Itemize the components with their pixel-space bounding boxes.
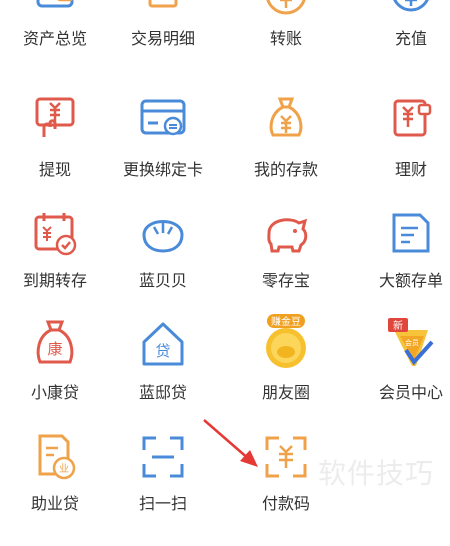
grid-item-my-deposits[interactable]: 我的存款 — [230, 97, 342, 209]
business-loan-text: 业 — [59, 463, 69, 475]
vip-badge-icon: 新会员 — [386, 318, 436, 372]
grid-item-label: 理财 — [394, 162, 427, 179]
house-loan-icon: 贷 — [138, 322, 188, 372]
grid-item-transfer[interactable]: 转账 — [230, 0, 342, 92]
loan-bag-text: 康 — [47, 340, 62, 358]
grid-item-zero-deposit-treasure[interactable]: 零存宝 — [230, 211, 342, 323]
loan-bag-icon: 康 — [30, 320, 80, 372]
grid-item-large-deposit-certificate[interactable]: 大额存单 — [355, 211, 450, 323]
feature-grid: 资产总览 交易明细 转账 充值 提现 更换绑定卡 我的存款 理财 到期转存 蓝贝… — [0, 0, 450, 513]
vip-member-text: 会员 — [405, 338, 419, 347]
money-bag-icon — [261, 97, 311, 147]
grid-item-member-center[interactable]: 新会员 会员中心 — [355, 318, 450, 434]
grid-item-asset-overview[interactable]: 资产总览 — [0, 0, 111, 92]
wealth-management-icon — [386, 97, 436, 147]
grid-item-transaction-details[interactable]: 交易明细 — [107, 0, 219, 92]
grid-item-wealth-management[interactable]: 理财 — [355, 97, 450, 209]
calendar-renew-icon — [30, 211, 80, 261]
grid-item-label: 充值 — [394, 31, 427, 48]
large-deposit-certificate-icon — [386, 211, 436, 261]
grid-item-label: 朋友圈 — [261, 385, 310, 402]
grid-item-withdraw[interactable]: 提现 — [0, 97, 111, 209]
grid-item-label: 付款码 — [261, 496, 310, 513]
grid-item-business-loan[interactable]: 业 助业贷 — [0, 434, 111, 546]
shell-icon — [138, 211, 188, 261]
watermark: 软件技巧 — [318, 458, 435, 489]
grid-item-label: 更换绑定卡 — [122, 162, 203, 179]
grid-item-label: 交易明细 — [130, 31, 195, 48]
grid-item-label: 转账 — [269, 31, 302, 48]
payment-code-icon — [261, 434, 311, 484]
grid-item-label: 我的存款 — [253, 162, 318, 179]
withdraw-hand-icon — [30, 97, 80, 147]
grid-item-label: 会员中心 — [378, 385, 443, 402]
piggy-bank-icon — [261, 211, 311, 261]
grid-item-xiao-kang-loan[interactable]: 康 小康贷 — [0, 320, 111, 434]
house-loan-text: 贷 — [155, 342, 170, 360]
grid-item-recharge[interactable]: 充值 — [355, 0, 450, 92]
grid-item-friends-circle[interactable]: 赚金豆 朋友圈 — [230, 314, 342, 434]
grid-item-lan-bei-bei[interactable]: 蓝贝贝 — [107, 211, 219, 323]
grid-item-label: 蓝邸贷 — [138, 385, 187, 402]
grid-item-change-bound-card[interactable]: 更换绑定卡 — [107, 97, 219, 209]
grid-item-label: 大额存单 — [378, 273, 443, 290]
gold-bean-icon: 赚金豆 — [261, 314, 311, 372]
grid-item-label: 扫一扫 — [138, 496, 187, 513]
gold-bean-text: 赚金豆 — [271, 315, 301, 328]
scan-icon — [138, 434, 188, 484]
vip-new-text: 新 — [393, 319, 403, 332]
grid-item-label: 蓝贝贝 — [138, 273, 187, 290]
bank-card-icon — [138, 97, 188, 147]
grid-item-lan-di-loan[interactable]: 贷 蓝邸贷 — [107, 322, 219, 434]
grid-item-scan[interactable]: 扫一扫 — [107, 434, 219, 546]
business-loan-icon: 业 — [30, 434, 80, 484]
grid-item-label: 零存宝 — [261, 273, 310, 290]
grid-item-maturity-renewal[interactable]: 到期转存 — [0, 211, 111, 323]
